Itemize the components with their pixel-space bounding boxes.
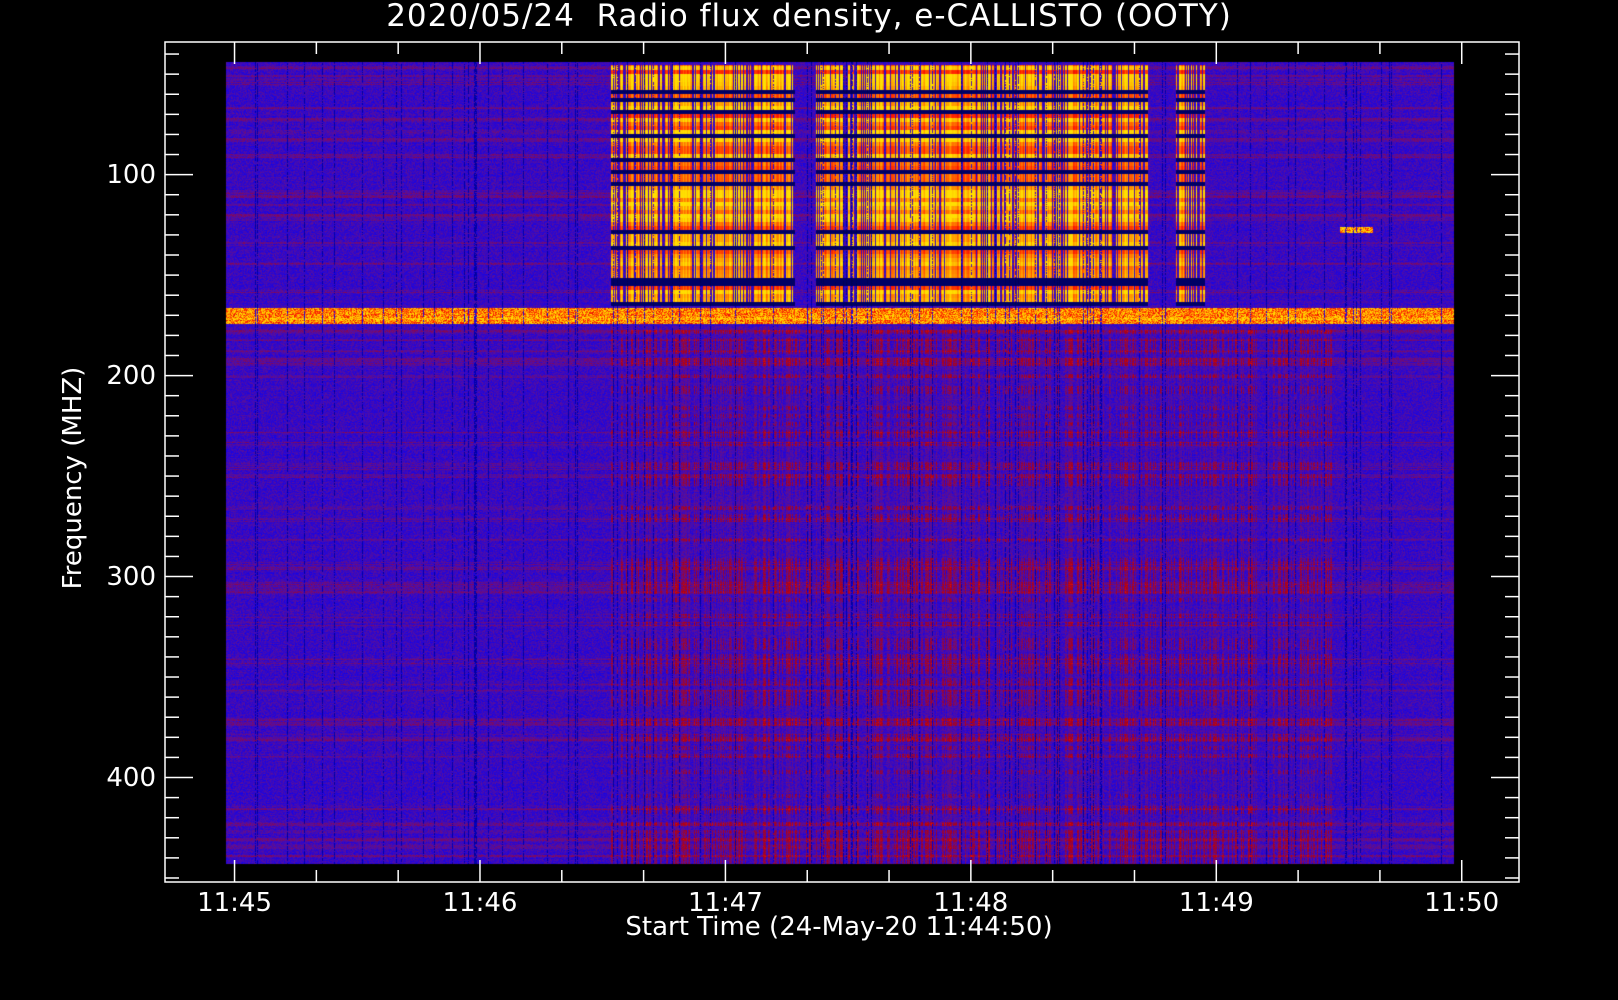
plot-frame [164,41,1520,883]
y-tick-label: 100 [106,159,156,190]
y-axis-label: Frequency (MHZ) [58,366,88,590]
y-tick-label: 200 [106,360,156,391]
x-tick-label: 11:48 [933,888,1009,918]
y-tick-label: 400 [106,762,156,793]
plot-axes [164,41,1520,883]
x-tick-label: 11:46 [442,888,518,918]
x-tick-label: 11:50 [1424,888,1500,918]
x-tick-label: 11:49 [1178,888,1254,918]
y-tick-label: 300 [106,561,156,592]
x-tick-label: 11:47 [687,888,763,918]
chart-title: 2020/05/24 Radio flux density, e-CALLIST… [386,0,1232,34]
x-tick-label: 11:45 [197,888,272,918]
